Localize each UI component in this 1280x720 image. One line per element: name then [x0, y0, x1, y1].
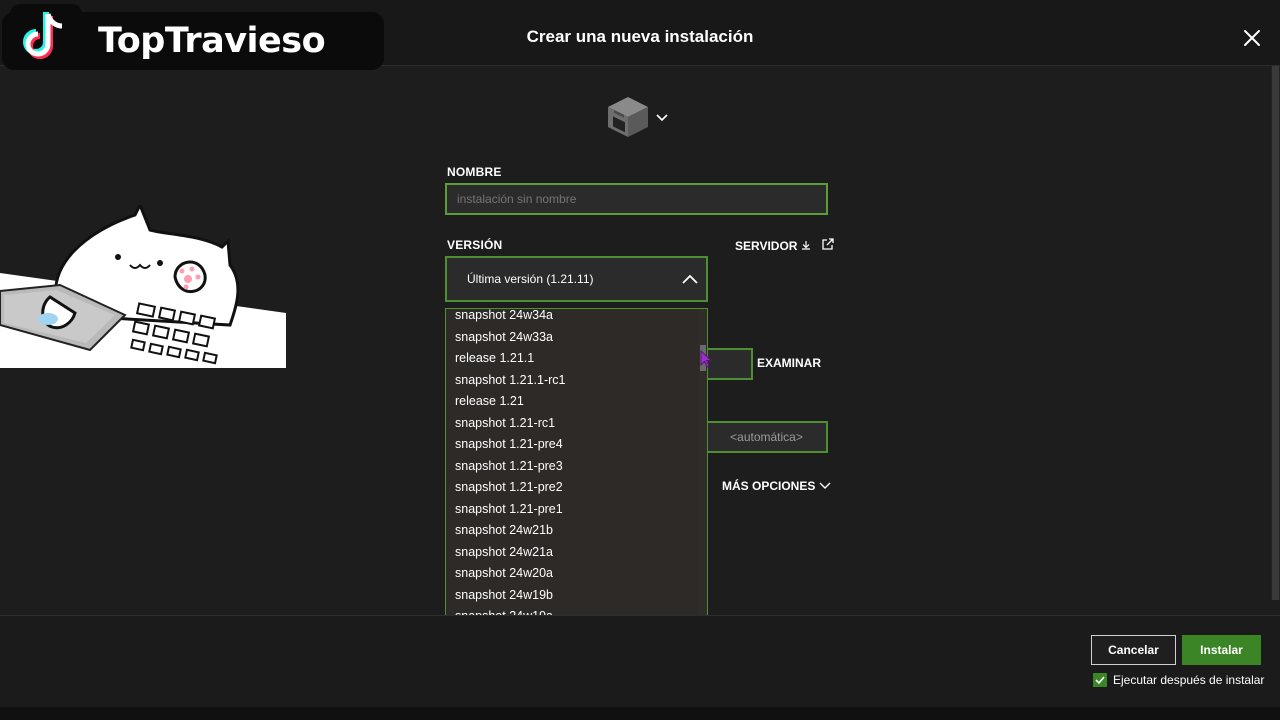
version-option[interactable]: snapshot 1.21-pre2	[446, 477, 698, 499]
version-option[interactable]: snapshot 24w21a	[446, 542, 698, 564]
version-option[interactable]: release 1.21.1	[446, 348, 698, 370]
more-options-label: MÁS OPCIONES	[722, 479, 816, 493]
version-selected-value: Última versión (1.21.11)	[467, 272, 594, 286]
name-label: NOMBRE	[447, 165, 502, 179]
version-option[interactable]: snapshot 24w20a	[446, 563, 698, 585]
version-label: VERSIÓN	[447, 238, 503, 252]
bottom-band	[0, 707, 1280, 720]
version-option[interactable]: snapshot 1.21-pre4	[446, 434, 698, 456]
run-after-checkbox[interactable]	[1093, 673, 1107, 687]
version-option[interactable]: snapshot 1.21.1-rc1	[446, 370, 698, 392]
game-directory-input[interactable]	[707, 348, 753, 380]
chevron-down-icon[interactable]	[656, 110, 668, 128]
furnace-block-icon[interactable]	[606, 95, 650, 144]
chevron-down-icon	[819, 479, 831, 493]
bongo-cat-overlay	[0, 201, 286, 368]
version-option[interactable]: snapshot 24w33a	[446, 327, 698, 349]
run-after-label: Ejecutar después de instalar	[1113, 673, 1265, 687]
run-after-install-option[interactable]: Ejecutar después de instalar	[1093, 673, 1264, 687]
version-option[interactable]: release 1.21	[446, 391, 698, 413]
version-select[interactable]: Última versión (1.21.11)	[445, 256, 708, 302]
cancel-button[interactable]: Cancelar	[1091, 635, 1176, 665]
tiktok-logo-icon	[10, 4, 82, 68]
server-label: SERVIDOR	[735, 239, 798, 253]
close-icon[interactable]	[1240, 26, 1264, 50]
download-icon	[801, 239, 811, 253]
browse-button[interactable]: EXAMINAR	[757, 356, 821, 370]
install-button[interactable]: Instalar	[1182, 635, 1261, 665]
version-option[interactable]: snapshot 1.21-rc1	[446, 413, 698, 435]
version-options: snapshot 24w34a snapshot 24w33a release 1.…	[446, 309, 698, 616]
page-scrollbar[interactable]	[1271, 66, 1280, 600]
name-input[interactable]	[445, 183, 828, 215]
external-link-icon	[821, 238, 835, 254]
watermark-text: TopTravieso	[98, 21, 326, 61]
version-option[interactable]: snapshot 24w34a	[446, 309, 698, 327]
more-options-toggle[interactable]: MÁS OPCIONES	[722, 479, 831, 493]
mouse-cursor	[700, 349, 713, 373]
server-link[interactable]: SERVIDOR	[735, 238, 835, 254]
version-option[interactable]: snapshot 24w21b	[446, 520, 698, 542]
dialog-footer	[0, 615, 1280, 707]
chevron-up-icon	[682, 272, 698, 290]
version-dropdown-list[interactable]: snapshot 24w34a snapshot 24w33a release 1.…	[445, 308, 708, 616]
version-option[interactable]: snapshot 1.21-pre3	[446, 456, 698, 478]
version-option[interactable]: snapshot 1.21-pre1	[446, 499, 698, 521]
version-option[interactable]: snapshot 24w19b	[446, 585, 698, 607]
resolution-input[interactable]: <automática>	[707, 421, 828, 453]
app-window: Crear una nueva instalación TopTravieso	[0, 0, 1280, 720]
